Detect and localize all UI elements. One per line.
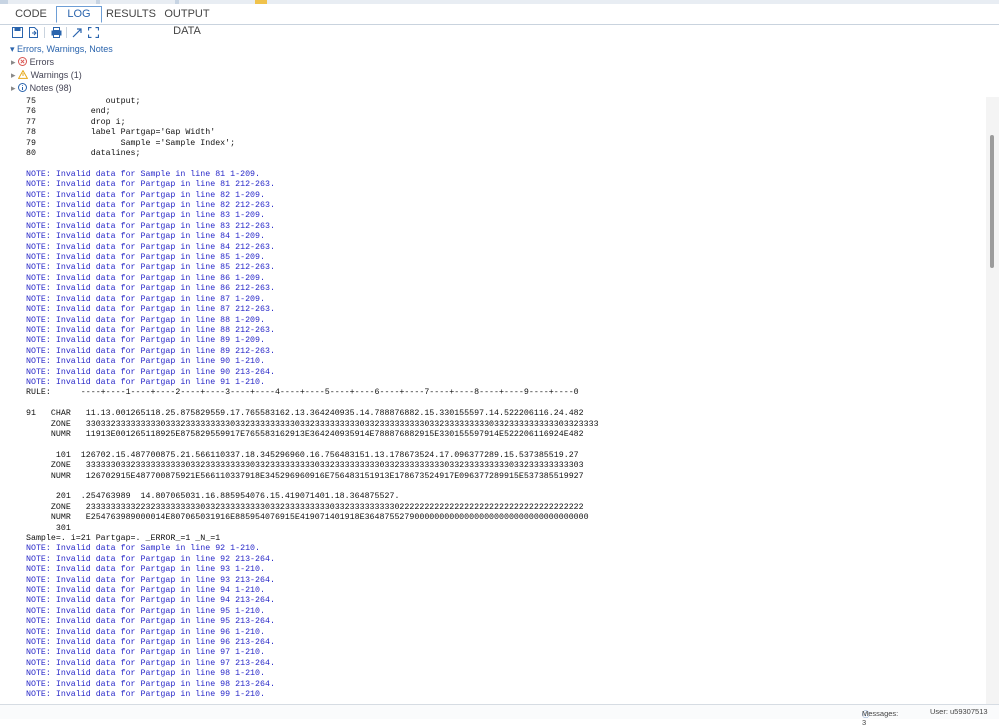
log-note-line: NOTE: Invalid data for Partgap in line 8… (26, 305, 275, 315)
log-toolbar (0, 26, 999, 42)
warnings-node[interactable]: ▸ Warnings (1) (11, 69, 82, 82)
log-code-line: NUMR E254763989000014E807065031916E88595… (26, 513, 589, 523)
log-text: 75 output; 76 end; 77 drop i; 78 label Part… (26, 97, 599, 701)
tab-code[interactable]: CODE (10, 6, 52, 23)
log-blank-line (26, 159, 599, 169)
log-code-line: 101 126702.15.487700875.21.566110337.18.… (26, 450, 579, 460)
log-code-line: 301 (26, 523, 71, 533)
errors-node[interactable]: ▸ Errors (11, 56, 54, 69)
export-icon[interactable] (27, 26, 39, 38)
log-note-line: NOTE: Invalid data for Partgap in line 9… (26, 586, 265, 596)
user-label: User: u59307513 (930, 707, 988, 716)
expand-icon[interactable] (87, 26, 99, 38)
log-note-line: NOTE: Invalid data for Partgap in line 9… (26, 617, 275, 627)
scrollbar-thumb[interactable] (990, 135, 994, 268)
log-code-line: NUMR 126702915E487700875921E566110337918… (26, 471, 584, 481)
log-note-line: NOTE: Invalid data for Partgap in line 9… (26, 575, 275, 585)
log-note-line: NOTE: Invalid data for Partgap in line 9… (26, 596, 275, 606)
log-note-line: NOTE: Invalid data for Partgap in line 9… (26, 679, 275, 689)
log-note-line: NOTE: Invalid data for Partgap in line 9… (26, 658, 275, 668)
log-blank-line (26, 482, 599, 492)
log-tab-bar: CODE LOG RESULTS OUTPUT DATA (0, 4, 999, 37)
info-icon (18, 83, 28, 96)
errors-label: Errors (29, 57, 55, 67)
log-note-line: NOTE: Invalid data for Partgap in line 8… (26, 190, 265, 200)
log-note-line: NOTE: Invalid data for Partgap in line 8… (26, 273, 265, 283)
log-note-line: NOTE: Invalid data for Partgap in line 8… (26, 201, 275, 211)
messages-count: Messages: 3 (862, 709, 899, 727)
log-note-line: NOTE: Invalid data for Partgap in line 8… (26, 263, 275, 273)
tab-output-data[interactable]: OUTPUT DATA (152, 6, 222, 37)
tab-log[interactable]: LOG (56, 6, 102, 23)
log-note-line: NOTE: Invalid data for Partgap in line 8… (26, 180, 275, 190)
save-icon[interactable] (11, 26, 23, 38)
log-code-line: 77 drop i; (26, 117, 126, 127)
log-code-line: ZONE 33333303323333333333033233333333303… (26, 461, 584, 471)
log-note-line: NOTE: Invalid data for Partgap in line 9… (26, 565, 265, 575)
tab-results[interactable]: RESULTS (106, 6, 156, 23)
log-code-line: 79 Sample ='Sample Index'; (26, 138, 236, 148)
log-note-line: NOTE: Invalid data for Sample in line 92… (26, 544, 261, 554)
log-note-line: NOTE: Invalid data for Partgap in line 9… (26, 669, 265, 679)
log-note-line: NOTE: Invalid data for Partgap in line 9… (26, 690, 265, 700)
diagnostics-header-label: Errors, Warnings, Notes (17, 44, 113, 54)
log-code-line: 80 datalines; (26, 149, 141, 159)
log-note-line: NOTE: Invalid data for Partgap in line 8… (26, 242, 275, 252)
log-note-line: NOTE: Invalid data for Partgap in line 8… (26, 325, 275, 335)
log-panel[interactable]: 75 output; 76 end; 77 drop i; 78 label Part… (0, 97, 985, 704)
log-note-line: NOTE: Invalid data for Partgap in line 8… (26, 315, 265, 325)
log-code-line: 76 end; (26, 107, 111, 117)
log-code-line: 201 .254763989 14.807065031.16.885954076… (26, 492, 400, 502)
log-code-line: 75 output; (26, 97, 141, 106)
notes-label: Notes (98) (29, 83, 72, 93)
expand-chevron-icon: ▸ (11, 70, 16, 80)
collapse-chevron-icon: ▾ (10, 44, 15, 54)
log-code-line: 91 CHAR 11.13.001265118.25.875829559.17.… (26, 409, 584, 419)
share-icon[interactable] (71, 26, 83, 38)
log-note-line: NOTE: Invalid data for Partgap in line 8… (26, 253, 265, 263)
log-note-line: NOTE: Invalid data for Partgap in line 8… (26, 221, 275, 231)
log-note-line: NOTE: Invalid data for Partgap in line 8… (26, 294, 265, 304)
log-note-line: NOTE: Invalid data for Partgap in line 8… (26, 211, 265, 221)
toolbar-separator (44, 27, 45, 38)
log-note-line: NOTE: Invalid data for Partgap in line 9… (26, 638, 275, 648)
print-icon[interactable] (50, 26, 62, 38)
log-code-line: Sample=. i=21 Partgap=. _ERROR_=1 _N_=1 (26, 534, 221, 543)
log-code-line: ZONE 33033233333333303332333333333033233… (26, 419, 599, 429)
expand-chevron-icon: ▸ (11, 57, 16, 67)
log-note-line: NOTE: Invalid data for Partgap in line 8… (26, 346, 275, 356)
log-note-line: NOTE: Invalid data for Partgap in line 9… (26, 367, 275, 377)
log-blank-line (26, 399, 599, 409)
status-bar: ⓘ Messages: 3 User: u59307513 (0, 704, 999, 727)
log-code-line: NUMR 11913E001265118925E875829559917E765… (26, 429, 584, 439)
log-note-line: NOTE: Invalid data for Partgap in line 8… (26, 232, 265, 242)
vertical-scrollbar[interactable] (986, 97, 999, 704)
log-blank-line (26, 440, 599, 450)
warnings-label: Warnings (1) (30, 70, 82, 80)
toolbar-separator (66, 27, 67, 38)
log-note-line: NOTE: Invalid data for Partgap in line 9… (26, 648, 265, 658)
notes-node[interactable]: ▸ Notes (98) (11, 82, 72, 95)
log-note-line: NOTE: Invalid data for Partgap in line 9… (26, 554, 275, 564)
log-code-line: RULE: ----+----1----+----2----+----3----… (26, 388, 579, 398)
log-note-line: NOTE: Invalid data for Partgap in line 9… (26, 606, 265, 616)
log-code-line: ZONE 23333333332232333333333033233333333… (26, 502, 584, 512)
log-note-line: NOTE: Invalid data for Partgap in line 8… (26, 284, 275, 294)
log-code-line: 78 label Partgap='Gap Width' (26, 128, 216, 138)
log-note-line: NOTE: Invalid data for Sample in line 81… (26, 169, 261, 179)
log-note-line: NOTE: Invalid data for Partgap in line 9… (26, 377, 265, 387)
log-note-line: NOTE: Invalid data for Partgap in line 8… (26, 336, 265, 346)
expand-chevron-icon: ▸ (11, 83, 16, 93)
diagnostics-header[interactable]: ▾ Errors, Warnings, Notes (10, 43, 113, 56)
log-note-line: NOTE: Invalid data for Partgap in line 9… (26, 627, 265, 637)
log-note-line: NOTE: Invalid data for Partgap in line 9… (26, 357, 265, 367)
